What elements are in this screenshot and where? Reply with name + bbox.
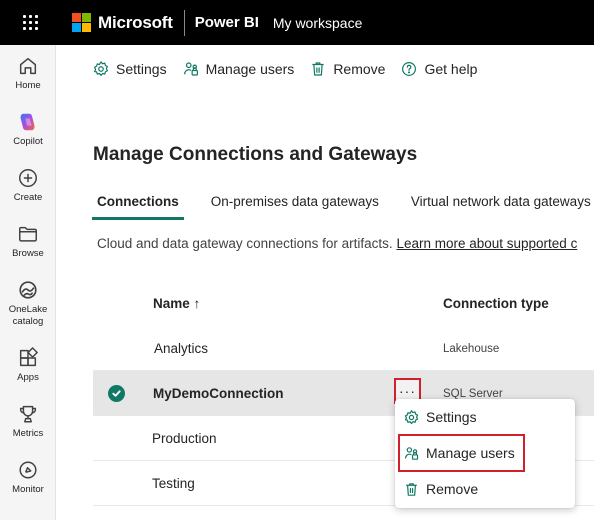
monitor-icon [19, 461, 37, 479]
connection-name: Testing [152, 476, 195, 491]
rail-item-apps[interactable]: Apps [0, 347, 56, 384]
manage-users-command[interactable]: Manage users [182, 60, 295, 78]
context-menu: Settings Manage users Remove [395, 399, 575, 508]
trophy-icon [19, 405, 37, 423]
manage-users-icon [404, 446, 419, 460]
selected-check-icon[interactable] [108, 385, 125, 402]
learn-more-link[interactable]: Learn more about supported c [396, 236, 577, 251]
trash-icon [312, 62, 324, 76]
get-help-command[interactable]: Get help [400, 60, 477, 78]
manage-users-icon [183, 62, 198, 76]
rail-item-create[interactable]: Create [0, 167, 56, 204]
tab-virtual-network-gateways[interactable]: Virtual network data gateways [406, 192, 594, 220]
menu-item-settings-label: Settings [426, 409, 477, 425]
rail-item-metrics[interactable]: Metrics [0, 403, 56, 440]
column-header-type[interactable]: Connection type [443, 296, 549, 311]
app-launcher-button[interactable] [0, 0, 60, 45]
rail-item-home[interactable]: Home [0, 55, 56, 92]
page-description: Cloud and data gateway connections for a… [97, 236, 577, 251]
page-title: Manage Connections and Gateways [93, 144, 418, 165]
tab-connections[interactable]: Connections [92, 192, 184, 220]
description-text: Cloud and data gateway connections for a… [97, 236, 393, 251]
home-icon [19, 57, 37, 75]
rail-label-apps: Apps [17, 372, 39, 383]
connection-name: MyDemoConnection [153, 386, 284, 401]
apps-icon [19, 347, 38, 367]
gear-icon [404, 409, 419, 424]
app-name[interactable]: Power BI [195, 14, 259, 31]
rail-item-browse[interactable]: Browse [0, 223, 56, 260]
copilot-icon [20, 113, 35, 131]
left-nav-rail: Home Copilot Create Browse OneLake catal… [0, 45, 56, 520]
help-icon [402, 62, 417, 76]
onelake-icon [19, 281, 37, 299]
waffle-icon [22, 15, 38, 30]
rail-label-monitor: Monitor [12, 484, 44, 495]
rail-label-onelake: OneLake catalog [8, 304, 48, 327]
menu-item-manage-users-label: Manage users [426, 445, 515, 461]
folder-icon [19, 226, 37, 242]
workspace-name[interactable]: My workspace [273, 15, 362, 31]
menu-item-manage-users[interactable]: Manage users [398, 434, 525, 472]
create-icon [19, 169, 37, 187]
get-help-command-label: Get help [424, 61, 478, 77]
gear-icon [94, 61, 108, 76]
rail-item-onelake-catalog[interactable]: OneLake catalog [0, 279, 56, 328]
remove-command[interactable]: Remove [309, 60, 385, 78]
rail-label-browse: Browse [12, 248, 44, 259]
microsoft-logo-icon [72, 13, 91, 32]
rail-item-monitor[interactable]: Monitor [0, 459, 56, 496]
microsoft-brand: Microsoft [98, 12, 173, 32]
rail-label-home: Home [15, 80, 41, 91]
table-row[interactable]: Analytics Lakehouse [93, 326, 594, 371]
topbar-divider [183, 9, 185, 36]
connection-name: Production [152, 431, 217, 446]
connection-name: Analytics [154, 341, 209, 356]
rail-label-copilot: Copilot [13, 136, 43, 147]
rail-label-create: Create [13, 192, 43, 203]
settings-command[interactable]: Settings [92, 60, 167, 78]
rail-label-metrics: Metrics [12, 428, 44, 439]
menu-item-settings[interactable]: Settings [401, 402, 477, 432]
command-bar: Settings Manage users Remove Get help [92, 58, 492, 80]
menu-item-remove[interactable]: Remove [401, 474, 478, 504]
trash-icon [406, 482, 417, 496]
tab-list: Connections On-premises data gateways Vi… [92, 192, 594, 220]
menu-item-remove-label: Remove [426, 481, 479, 497]
connection-type: Lakehouse [443, 343, 500, 355]
manage-users-command-label: Manage users [205, 61, 295, 77]
settings-command-label: Settings [116, 61, 167, 77]
ellipsis-icon: ··· [399, 383, 416, 399]
column-header-name[interactable]: Name ↑ [153, 296, 200, 311]
rail-item-copilot[interactable]: Copilot [0, 111, 56, 148]
remove-command-label: Remove [333, 61, 386, 77]
top-bar: Microsoft Power BI My workspace [0, 0, 594, 45]
tab-on-premises-gateways[interactable]: On-premises data gateways [206, 192, 384, 220]
